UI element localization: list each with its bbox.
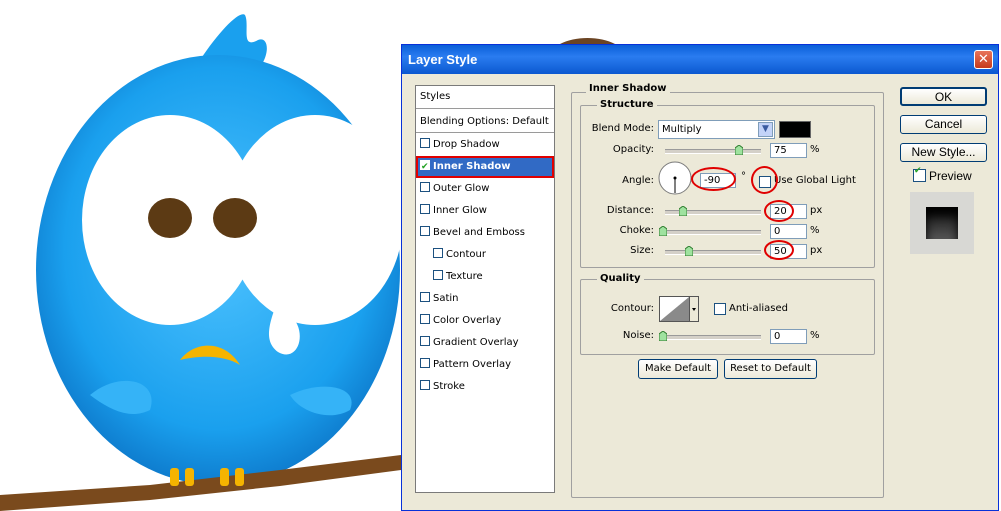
annotation-ring-angle	[691, 167, 736, 191]
blend-mode-select[interactable]: Multiply ▼	[658, 120, 775, 139]
annotation-box-inner-shadow	[416, 156, 554, 178]
layer-style-dialog: Layer Style ✕ Styles Blending Options: D…	[401, 44, 999, 511]
structure-label: Structure	[597, 99, 657, 110]
noise-label: Noise:	[622, 330, 654, 341]
use-global-light-label: Use Global Light	[774, 175, 856, 186]
noise-field[interactable]: 0	[770, 329, 807, 344]
shadow-color-swatch[interactable]	[779, 121, 811, 138]
style-item-label: Gradient Overlay	[433, 337, 519, 348]
choke-slider[interactable]	[665, 230, 761, 235]
style-item-label: Satin	[433, 293, 459, 304]
distance-slider-thumb[interactable]	[679, 206, 687, 216]
style-item-checkbox[interactable]	[420, 380, 430, 390]
styles-list: Styles Blending Options: Default Drop Sh…	[415, 85, 555, 493]
style-item-label: Stroke	[433, 381, 465, 392]
style-item-checkbox[interactable]	[420, 336, 430, 346]
new-style-button[interactable]: New Style...	[900, 143, 987, 162]
style-item-satin[interactable]: Satin	[416, 289, 554, 309]
style-item-label: Pattern Overlay	[433, 359, 512, 370]
dialog-title: Layer Style	[408, 52, 478, 67]
style-item-drop-shadow[interactable]: Drop Shadow	[416, 135, 554, 155]
annotation-ring-global-light	[751, 166, 778, 194]
preview-box	[910, 192, 974, 254]
style-item-stroke[interactable]: Stroke	[416, 377, 554, 397]
reset-to-default-button[interactable]: Reset to Default	[724, 359, 817, 379]
angle-unit: °	[741, 171, 746, 182]
preview-swatch	[926, 207, 958, 239]
blending-options-item[interactable]: Blending Options: Default	[416, 111, 554, 133]
chevron-down-icon[interactable]: ▼	[758, 122, 773, 137]
choke-label: Choke:	[619, 225, 654, 236]
style-item-inner-glow[interactable]: Inner Glow	[416, 201, 554, 221]
opacity-unit: %	[810, 144, 820, 155]
style-item-checkbox[interactable]	[420, 358, 430, 368]
opacity-label: Opacity:	[612, 144, 654, 155]
size-unit: px	[810, 245, 823, 256]
style-item-outer-glow[interactable]: Outer Glow	[416, 179, 554, 199]
anti-aliased-label: Anti-aliased	[729, 303, 789, 314]
opacity-field[interactable]: 75	[770, 143, 807, 158]
choke-slider-thumb[interactable]	[659, 226, 667, 236]
section-title: Inner Shadow	[586, 83, 670, 94]
style-item-checkbox[interactable]	[420, 204, 430, 214]
distance-label: Distance:	[606, 205, 654, 216]
close-button[interactable]: ✕	[974, 50, 993, 69]
angle-dial[interactable]	[658, 161, 692, 195]
ok-button[interactable]: OK	[900, 87, 987, 106]
contour-label: Contour:	[610, 303, 654, 314]
title-bar[interactable]: Layer Style ✕	[402, 45, 998, 74]
style-item-label: Inner Glow	[433, 205, 487, 216]
size-label: Size:	[630, 245, 654, 256]
cancel-button[interactable]: Cancel	[900, 115, 987, 134]
size-slider[interactable]	[665, 250, 761, 255]
style-item-checkbox[interactable]	[420, 226, 430, 236]
style-item-texture[interactable]: Texture	[416, 267, 554, 287]
style-item-contour[interactable]: Contour	[416, 245, 554, 265]
style-item-pattern-overlay[interactable]: Pattern Overlay	[416, 355, 554, 375]
annotation-ring-size	[764, 240, 794, 260]
styles-header[interactable]: Styles	[416, 86, 554, 109]
style-item-label: Outer Glow	[433, 183, 490, 194]
style-item-checkbox[interactable]	[433, 248, 443, 258]
preview-label: Preview	[929, 169, 972, 183]
style-item-checkbox[interactable]	[420, 314, 430, 324]
style-item-label: Contour	[446, 249, 486, 260]
style-item-checkbox[interactable]	[433, 270, 443, 280]
quality-label: Quality	[597, 273, 644, 284]
make-default-button[interactable]: Make Default	[638, 359, 718, 379]
size-slider-thumb[interactable]	[685, 246, 693, 256]
choke-field[interactable]: 0	[770, 224, 807, 239]
annotation-ring-distance	[764, 200, 794, 222]
choke-unit: %	[810, 225, 820, 236]
style-item-label: Bevel and Emboss	[433, 227, 525, 238]
opacity-slider[interactable]	[665, 149, 761, 154]
style-item-label: Texture	[446, 271, 483, 282]
angle-label: Angle:	[622, 175, 654, 186]
style-item-gradient-overlay[interactable]: Gradient Overlay	[416, 333, 554, 353]
style-item-bevel-and-emboss[interactable]: Bevel and Emboss	[416, 223, 554, 243]
style-item-checkbox[interactable]	[420, 182, 430, 192]
contour-picker[interactable]	[659, 296, 699, 322]
style-item-checkbox[interactable]	[420, 138, 430, 148]
blend-mode-label: Blend Mode:	[591, 123, 654, 134]
style-item-label: Drop Shadow	[433, 139, 500, 150]
noise-slider[interactable]	[665, 335, 761, 340]
blend-mode-value: Multiply	[662, 124, 702, 135]
anti-aliased-checkbox[interactable]	[714, 303, 726, 315]
style-item-checkbox[interactable]	[420, 292, 430, 302]
noise-unit: %	[810, 330, 820, 341]
opacity-slider-thumb[interactable]	[735, 145, 743, 155]
preview-checkbox[interactable]	[913, 166, 926, 182]
distance-unit: px	[810, 205, 823, 216]
quality-group	[580, 279, 875, 355]
style-item-color-overlay[interactable]: Color Overlay	[416, 311, 554, 331]
noise-slider-thumb[interactable]	[659, 331, 667, 341]
style-item-label: Color Overlay	[433, 315, 502, 326]
